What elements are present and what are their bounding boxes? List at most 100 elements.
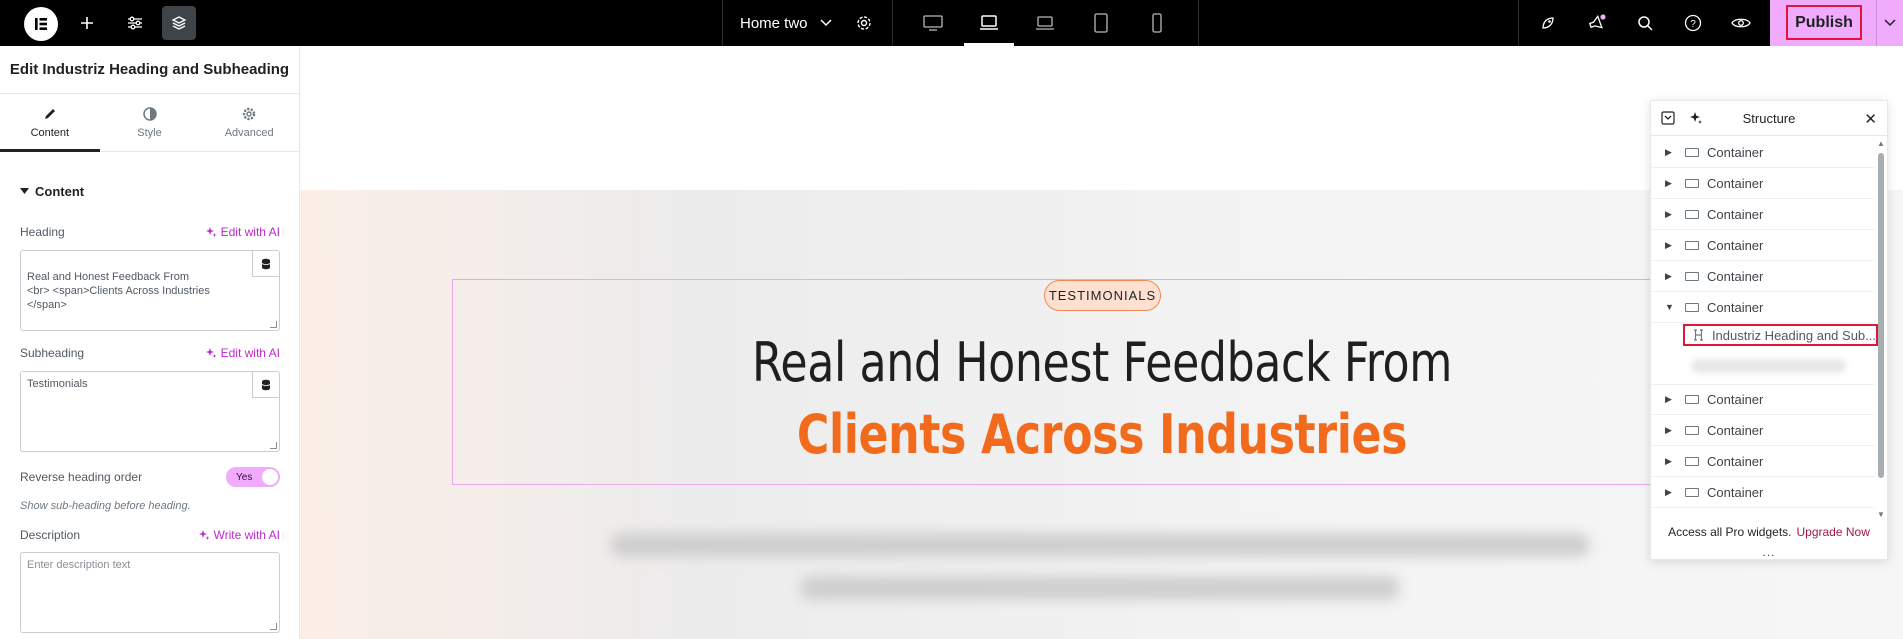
ai-sparkle-icon xyxy=(205,347,217,358)
page-selector[interactable]: Home two xyxy=(740,0,832,46)
structure-row-container[interactable]: ▶ Container xyxy=(1651,384,1875,415)
reverse-heading-label: Reverse heading order xyxy=(20,470,143,484)
subheading-textarea[interactable]: Testimonials xyxy=(20,371,280,452)
toggle-label: Yes xyxy=(236,471,253,483)
blurred-description-line xyxy=(800,576,1400,600)
structure-row-container[interactable]: ▶ Container xyxy=(1651,415,1875,446)
upgrade-now-link[interactable]: Upgrade Now xyxy=(1797,525,1870,539)
laptop-device-icon[interactable] xyxy=(964,0,1014,46)
caret-right-icon: ▶ xyxy=(1665,486,1672,497)
description-placeholder: Enter description text xyxy=(27,559,131,571)
toggle-knob xyxy=(262,469,278,485)
reverse-heading-toggle[interactable]: Yes xyxy=(226,467,280,487)
tab-label: Content xyxy=(30,126,70,139)
scroll-up-arrow-icon[interactable]: ▲ xyxy=(1877,139,1885,148)
half-circle-icon xyxy=(142,106,157,121)
mobile-device-icon[interactable] xyxy=(1132,0,1182,46)
preview-eye-icon[interactable] xyxy=(1726,0,1756,46)
structure-row-container[interactable]: ▶ Container xyxy=(1651,261,1875,292)
structure-row-container[interactable]: ▶ Container xyxy=(1651,137,1875,168)
resize-handle-icon[interactable] xyxy=(270,623,277,630)
ai-sparkle-icon[interactable] xyxy=(1689,111,1703,128)
page-settings-gear-icon[interactable] xyxy=(849,0,879,46)
caret-down-icon xyxy=(20,188,29,194)
heading-value: Real and Honest Feedback From <br> <span… xyxy=(27,271,210,311)
blurred-description-line xyxy=(610,533,1590,557)
resize-handle-icon[interactable] xyxy=(270,442,277,449)
widescreen-device-icon[interactable] xyxy=(1020,0,1070,46)
edit-with-ai-subheading-link[interactable]: Edit with AI xyxy=(205,346,280,360)
dynamic-tags-database-icon[interactable] xyxy=(252,251,279,277)
tablet-device-icon[interactable] xyxy=(1076,0,1126,46)
row-label: Container xyxy=(1707,144,1764,160)
subheading-badge: TESTIMONIALS xyxy=(1044,280,1161,311)
caret-right-icon: ▶ xyxy=(1665,455,1672,466)
help-icon[interactable]: ? xyxy=(1678,0,1708,46)
write-with-ai-link[interactable]: Write with AI xyxy=(198,528,280,542)
container-icon xyxy=(1685,240,1699,250)
ai-link-label: Edit with AI xyxy=(220,225,280,239)
caret-right-icon: ▶ xyxy=(1665,177,1672,188)
divider xyxy=(722,0,723,46)
structure-row-container[interactable]: ▶ Container xyxy=(1651,446,1875,477)
container-icon xyxy=(1685,302,1699,312)
publish-button[interactable]: Publish xyxy=(1786,5,1862,40)
panel-title: Edit Industriz Heading and Subheading xyxy=(0,46,299,94)
container-icon xyxy=(1685,271,1699,281)
content-section-toggle[interactable]: Content xyxy=(20,184,84,199)
add-element-icon[interactable] xyxy=(72,0,102,46)
notifications-megaphone-icon[interactable] xyxy=(1582,0,1612,46)
resize-handle-icon[interactable] xyxy=(270,321,277,328)
search-icon[interactable] xyxy=(1630,0,1660,46)
dynamic-tags-database-icon[interactable] xyxy=(252,372,279,398)
rocket-icon[interactable] xyxy=(1533,0,1563,46)
top-bar: Home two ? Publish xyxy=(0,0,1903,46)
structure-row-container[interactable]: ▶ Container xyxy=(1651,477,1875,508)
publish-options-chevron-icon[interactable] xyxy=(1876,0,1903,46)
resize-dots-handle[interactable]: ... xyxy=(1651,545,1887,559)
tab-content[interactable]: Content xyxy=(0,94,100,152)
panel-tabs: Content Style Advanced xyxy=(0,94,299,152)
divider xyxy=(892,0,893,46)
caret-right-icon: ▶ xyxy=(1665,146,1672,157)
caret-right-icon: ▶ xyxy=(1665,239,1672,250)
structure-panel: Structure ✕ ▶ Container ▶ Container ▶ Conta… xyxy=(1650,100,1888,560)
elementor-logo-icon[interactable] xyxy=(24,7,58,41)
tab-label: Advanced xyxy=(224,126,274,139)
tab-style[interactable]: Style xyxy=(100,94,200,151)
collapse-all-icon[interactable] xyxy=(1661,111,1675,128)
site-settings-icon[interactable] xyxy=(120,0,150,46)
structure-row-container[interactable]: ▶ Container xyxy=(1651,168,1875,199)
pro-upsell-text: Access all Pro widgets. xyxy=(1668,525,1792,539)
heading-widget-icon xyxy=(1693,329,1703,341)
structure-layers-icon[interactable] xyxy=(162,6,196,40)
container-icon xyxy=(1685,487,1699,497)
row-label: Container xyxy=(1707,206,1764,222)
structure-header: Structure ✕ xyxy=(1651,101,1887,136)
row-label: Industriz Heading and Sub... xyxy=(1711,327,1876,343)
row-label: Container xyxy=(1707,484,1764,500)
description-textarea[interactable]: Enter description text xyxy=(20,552,280,633)
desktop-device-icon[interactable] xyxy=(908,0,958,46)
scrollbar-thumb[interactable] xyxy=(1878,153,1884,478)
structure-row-container[interactable]: ▶ Container xyxy=(1651,199,1875,230)
heading-line-1: Real and Honest Feedback From xyxy=(752,331,1452,394)
close-icon[interactable]: ✕ xyxy=(1864,110,1877,128)
caret-right-icon: ▶ xyxy=(1665,208,1672,219)
container-icon xyxy=(1685,147,1699,157)
structure-row-container[interactable]: ▶ Container xyxy=(1651,230,1875,261)
section-title: Content xyxy=(35,184,85,199)
edit-with-ai-heading-link[interactable]: Edit with AI xyxy=(205,225,280,239)
structure-scrollbar[interactable]: ▲ ▼ xyxy=(1877,139,1885,519)
ai-link-label: Write with AI xyxy=(213,528,280,542)
tab-advanced[interactable]: Advanced xyxy=(199,94,299,151)
caret-right-icon: ▶ xyxy=(1665,270,1672,281)
structure-row-container-expanded[interactable]: ▼ Container xyxy=(1651,292,1875,323)
chevron-down-icon xyxy=(820,19,832,27)
publish-group: Publish xyxy=(1770,0,1903,46)
caret-down-icon: ▼ xyxy=(1665,302,1674,312)
heading-textarea[interactable]: Real and Honest Feedback From <br> <span… xyxy=(20,250,280,331)
row-label: Container xyxy=(1707,175,1764,191)
structure-row-selected-widget[interactable]: Industriz Heading and Sub... xyxy=(1683,324,1878,346)
container-icon xyxy=(1685,178,1699,188)
